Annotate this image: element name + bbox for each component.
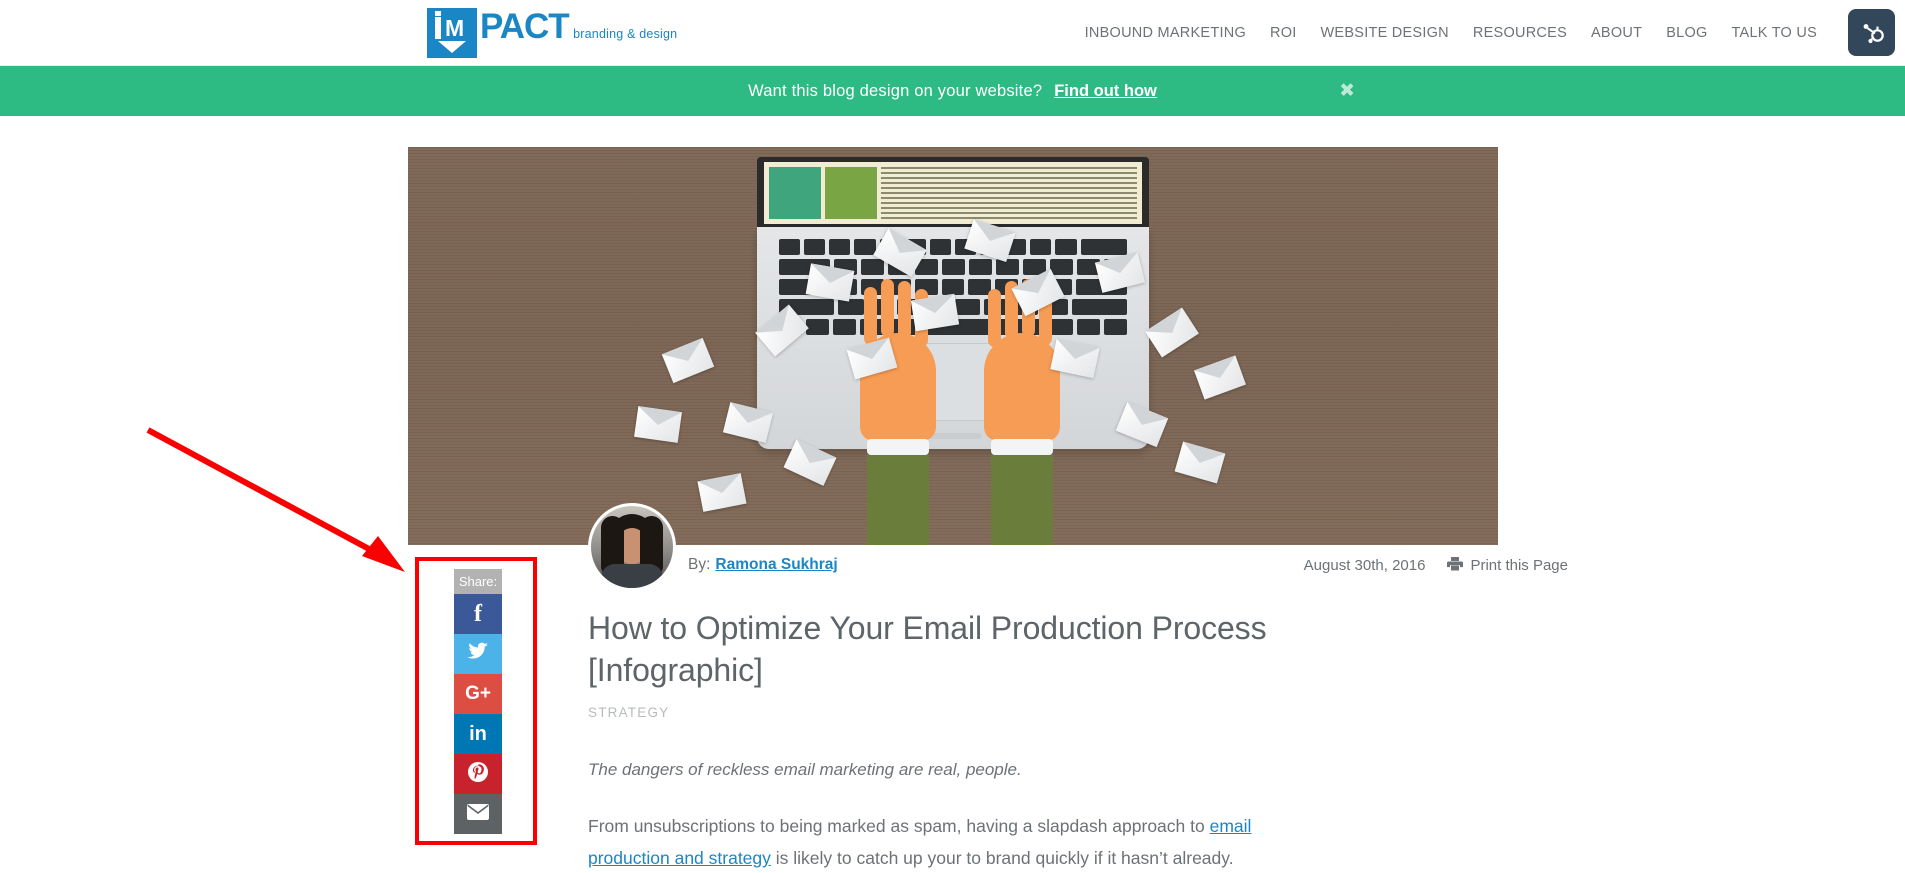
nav-item-talk-to-us[interactable]: TALK TO US: [1732, 25, 1818, 41]
print-page-link[interactable]: Print this Page: [1447, 556, 1568, 575]
logo-m-letter: M: [445, 15, 465, 41]
envelope-icon: [466, 803, 490, 826]
screen-panel-green: [825, 167, 877, 219]
main-navigation: INBOUND MARKETING ROI WEBSITE DESIGN RES…: [1085, 0, 1817, 66]
logo-i-stem: [435, 17, 441, 39]
post-lede: The dangers of reckless email marketing …: [588, 760, 1022, 779]
article-body: By: Ramona Sukhraj August 30th, 2016 Pri…: [588, 545, 1568, 873]
pinterest-icon: [467, 761, 489, 788]
promo-banner-text: Want this blog design on your website?: [748, 81, 1043, 100]
hand-right-illustration: [984, 279, 1060, 545]
laptop-base: [757, 227, 1149, 449]
nav-item-website-design[interactable]: WEBSITE DESIGN: [1321, 25, 1449, 41]
laptop-lid: [757, 157, 1149, 227]
screen-text-lines: [881, 167, 1137, 219]
share-button-linkedin[interactable]: in: [454, 714, 502, 754]
site-logo[interactable]: M PACT branding & design: [427, 8, 677, 58]
envelope-icon: [697, 473, 747, 512]
print-page-label: Print this Page: [1470, 556, 1568, 574]
post-category[interactable]: STRATEGY: [588, 705, 1268, 720]
page-title: How to Optimize Your Email Production Pr…: [588, 610, 1267, 688]
hero-image: [408, 147, 1498, 545]
social-share-bar: Share: f G+ in: [454, 569, 502, 834]
envelope-icon: [1145, 307, 1199, 358]
impact-logo-mark: M: [427, 8, 477, 58]
promo-banner-link[interactable]: Find out how: [1054, 82, 1157, 101]
twitter-icon: [467, 642, 489, 666]
share-button-google-plus[interactable]: G+: [454, 674, 502, 714]
site-header: M PACT branding & design INBOUND MARKETI…: [0, 0, 1905, 66]
blog-post-page: M PACT branding & design INBOUND MARKETI…: [0, 0, 1905, 873]
post-paragraph: From unsubscriptions to being marked as …: [588, 810, 1258, 873]
share-button-twitter[interactable]: [454, 634, 502, 674]
nav-item-resources[interactable]: RESOURCES: [1473, 25, 1567, 41]
close-icon[interactable]: ✖: [1339, 82, 1355, 101]
article-meta-right: August 30th, 2016 Print this Page: [1304, 556, 1568, 575]
hubspot-sprocket-icon[interactable]: [1848, 9, 1895, 56]
nav-item-about[interactable]: ABOUT: [1591, 25, 1642, 41]
nav-item-blog[interactable]: BLOG: [1666, 25, 1707, 41]
envelope-icon: [1174, 441, 1226, 484]
envelope-icon: [1194, 355, 1246, 400]
linkedin-icon: in: [469, 722, 487, 745]
post-date: August 30th, 2016: [1303, 556, 1426, 574]
laptop-screen: [764, 162, 1142, 224]
printer-icon: [1447, 556, 1464, 575]
author-link[interactable]: Ramona Sukhraj: [715, 556, 837, 574]
screen-panel-teal: [769, 167, 821, 219]
paragraph-text-before: From unsubscriptions to being marked as …: [588, 816, 1210, 836]
paragraph-text-after: is likely to catch up your to brand quic…: [770, 848, 1234, 868]
by-label: By:: [688, 556, 711, 573]
envelope-icon: [634, 406, 682, 443]
envelope-icon: [661, 337, 715, 384]
logo-text-block: PACT branding & design: [480, 7, 678, 46]
logo-wordmark: PACT: [480, 7, 570, 46]
author-avatar: [588, 503, 676, 591]
logo-i-dot: [435, 11, 441, 16]
share-button-facebook[interactable]: f: [454, 594, 502, 634]
article-meta-row: By: Ramona Sukhraj August 30th, 2016 Pri…: [688, 545, 1568, 585]
google-plus-icon: G+: [465, 683, 491, 704]
nav-item-inbound-marketing[interactable]: INBOUND MARKETING: [1085, 25, 1246, 41]
nav-item-roi[interactable]: ROI: [1270, 25, 1297, 41]
share-button-email[interactable]: [454, 794, 502, 834]
share-button-pinterest[interactable]: [454, 754, 502, 794]
logo-tagline: branding & design: [573, 27, 678, 41]
logo-down-arrow-icon: [438, 41, 466, 53]
share-label: Share:: [454, 569, 502, 594]
promo-banner: Want this blog design on your website? F…: [0, 66, 1905, 116]
facebook-icon: f: [474, 600, 482, 627]
